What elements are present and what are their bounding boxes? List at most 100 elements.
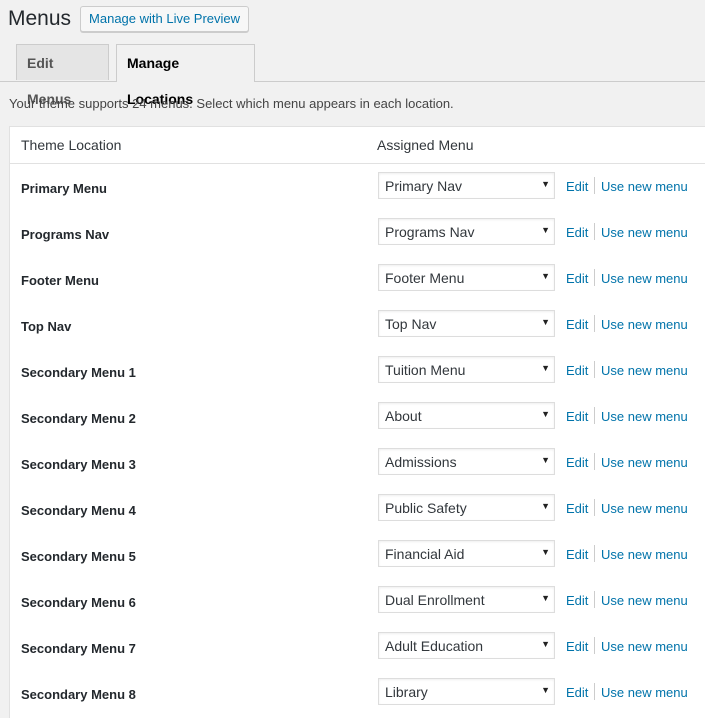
use-new-menu-link[interactable]: Use new menu (601, 317, 688, 332)
table-row: Programs Nav Programs Nav ▼ Edit Use new men… (10, 210, 705, 256)
location-name: Programs Nav (21, 227, 110, 242)
assigned-menu-select[interactable]: Top Nav ▼ (378, 310, 555, 337)
location-name: Secondary Menu 5 (21, 549, 136, 564)
live-preview-button[interactable]: Manage with Live Preview (80, 6, 250, 32)
use-new-menu-link[interactable]: Use new menu (601, 685, 688, 700)
use-new-menu-link[interactable]: Use new menu (601, 547, 688, 562)
table-row: Secondary Menu 8 Library ▼ Edit Use new menu (10, 670, 705, 716)
table-row: Secondary Menu 1 Tuition Menu ▼ Edit Use new… (10, 348, 705, 394)
caret-down-icon: ▼ (541, 593, 550, 603)
assigned-menu-select[interactable]: Tuition Menu ▼ (378, 356, 555, 383)
assigned-menu-select[interactable]: Public Safety ▼ (378, 494, 555, 521)
link-separator (594, 637, 595, 654)
table-row: Secondary Menu 3 Admissions ▼ Edit Use new m… (10, 440, 705, 486)
select-value: Tuition Menu (385, 362, 466, 378)
edit-link[interactable]: Edit (566, 685, 588, 700)
use-new-menu-link[interactable]: Use new menu (601, 363, 688, 378)
assigned-menu-select[interactable]: Primary Nav ▼ (378, 172, 555, 199)
edit-link[interactable]: Edit (566, 501, 588, 516)
caret-down-icon: ▼ (541, 409, 550, 419)
caret-down-icon: ▼ (541, 639, 550, 649)
link-separator (594, 177, 595, 194)
assigned-menu-select[interactable]: Adult Education ▼ (378, 632, 555, 659)
link-separator (594, 269, 595, 286)
caret-down-icon: ▼ (541, 271, 550, 281)
edit-link[interactable]: Edit (566, 179, 588, 194)
select-value: Financial Aid (385, 546, 465, 562)
table-row: Secondary Menu 5 Financial Aid ▼ Edit Use ne… (10, 532, 705, 578)
assigned-menu-select[interactable]: Programs Nav ▼ (378, 218, 555, 245)
select-value: Top Nav (385, 316, 437, 332)
location-name: Secondary Menu 3 (21, 457, 136, 472)
nav-tabs: Edit Menus Manage Locations (0, 44, 705, 107)
assigned-menu-select[interactable]: Footer Menu ▼ (378, 264, 555, 291)
use-new-menu-link[interactable]: Use new menu (601, 593, 688, 608)
caret-down-icon: ▼ (541, 179, 550, 189)
edit-link[interactable]: Edit (566, 317, 588, 332)
location-name: Top Nav (21, 319, 72, 334)
select-value: Public Safety (385, 500, 467, 516)
link-separator (594, 315, 595, 332)
assigned-menu-select[interactable]: Admissions ▼ (378, 448, 555, 475)
table-row: Secondary Menu 4 Public Safety ▼ Edit Use ne… (10, 486, 705, 532)
edit-link[interactable]: Edit (566, 409, 588, 424)
location-name: Primary Menu (21, 181, 107, 196)
caret-down-icon: ▼ (541, 501, 550, 511)
location-name: Secondary Menu 8 (21, 687, 136, 702)
link-separator (594, 407, 595, 424)
select-value: Adult Education (385, 638, 484, 654)
assigned-menu-select[interactable]: Library ▼ (378, 678, 555, 705)
page-header: Menus Manage with Live Preview (8, 6, 250, 32)
link-separator (594, 453, 595, 470)
locations-table: Theme Location Assigned Menu Primary Men… (9, 126, 705, 718)
table-row: Secondary Menu 2 About ▼ Edit Use new menu (10, 394, 705, 440)
select-value: Footer Menu (385, 270, 465, 286)
tab-manage-locations[interactable]: Manage Locations (116, 44, 255, 107)
caret-down-icon: ▼ (541, 363, 550, 373)
edit-link[interactable]: Edit (566, 547, 588, 562)
column-header-assigned: Assigned Menu (377, 137, 474, 153)
edit-link[interactable]: Edit (566, 271, 588, 286)
edit-link[interactable]: Edit (566, 363, 588, 378)
table-body: Primary Menu Primary Nav ▼ Edit Use new menu… (10, 164, 705, 716)
location-name: Secondary Menu 4 (21, 503, 136, 518)
table-row: Footer Menu Footer Menu ▼ Edit Use new menu (10, 256, 705, 302)
link-separator (594, 499, 595, 516)
location-name: Secondary Menu 1 (21, 365, 136, 380)
select-value: Admissions (385, 454, 457, 470)
location-name: Footer Menu (21, 273, 99, 288)
assigned-menu-select[interactable]: About ▼ (378, 402, 555, 429)
table-row: Secondary Menu 6 Dual Enrollment ▼ Edit Use … (10, 578, 705, 624)
select-value: Programs Nav (385, 224, 475, 240)
column-header-location: Theme Location (21, 137, 122, 153)
use-new-menu-link[interactable]: Use new menu (601, 179, 688, 194)
select-value: Primary Nav (385, 178, 463, 194)
link-separator (594, 361, 595, 378)
link-separator (594, 545, 595, 562)
select-value: About (385, 408, 422, 424)
use-new-menu-link[interactable]: Use new menu (601, 455, 688, 470)
assigned-menu-select[interactable]: Dual Enrollment ▼ (378, 586, 555, 613)
table-header: Theme Location Assigned Menu (10, 127, 705, 164)
intro-text: Your theme supports 24 menus. Select whi… (9, 96, 454, 111)
edit-link[interactable]: Edit (566, 455, 588, 470)
caret-down-icon: ▼ (541, 685, 550, 695)
edit-link[interactable]: Edit (566, 225, 588, 240)
table-row: Primary Menu Primary Nav ▼ Edit Use new menu (10, 164, 705, 210)
use-new-menu-link[interactable]: Use new menu (601, 501, 688, 516)
menus-page: Menus Manage with Live Preview Edit Menu… (0, 0, 705, 718)
table-row: Secondary Menu 7 Adult Education ▼ Edit Use … (10, 624, 705, 670)
tab-edit-menus[interactable]: Edit Menus (16, 44, 109, 107)
edit-link[interactable]: Edit (566, 639, 588, 654)
location-name: Secondary Menu 7 (21, 641, 136, 656)
use-new-menu-link[interactable]: Use new menu (601, 271, 688, 286)
link-separator (594, 683, 595, 700)
use-new-menu-link[interactable]: Use new menu (601, 225, 688, 240)
caret-down-icon: ▼ (541, 547, 550, 557)
edit-link[interactable]: Edit (566, 593, 588, 608)
use-new-menu-link[interactable]: Use new menu (601, 639, 688, 654)
use-new-menu-link[interactable]: Use new menu (601, 409, 688, 424)
select-value: Library (385, 684, 428, 700)
link-separator (594, 223, 595, 240)
assigned-menu-select[interactable]: Financial Aid ▼ (378, 540, 555, 567)
